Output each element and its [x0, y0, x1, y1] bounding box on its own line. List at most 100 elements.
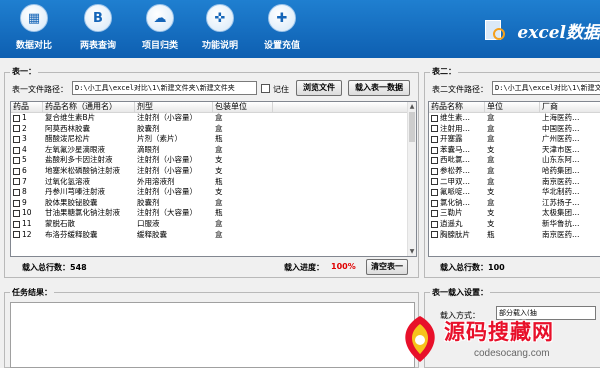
row-select-cell[interactable]: 注射用…	[429, 124, 485, 135]
table2-row[interactable]: 三勒片 支 太极集团…	[429, 208, 600, 219]
table1-row[interactable]: 3 醋酸泼尼松片 片剂（素片） 瓶	[11, 134, 416, 145]
row-select-cell[interactable]: 西吡氯…	[429, 155, 485, 166]
toolbar-project-classify-button[interactable]: ☁ 项目归类	[128, 4, 192, 51]
row-select-cell[interactable]: 参松养…	[429, 166, 485, 177]
row-select-cell[interactable]: 5	[11, 155, 43, 166]
column-header[interactable]: 包装单位	[213, 102, 273, 112]
row-select-cell[interactable]: 开塞露	[429, 134, 485, 145]
row-checkbox[interactable]	[13, 188, 20, 196]
row-checkbox[interactable]	[431, 146, 438, 154]
row-checkbox[interactable]	[431, 210, 438, 218]
table2-row[interactable]: 参松养… 盒 哈药集团…	[429, 166, 600, 177]
row-checkbox[interactable]	[431, 157, 438, 165]
table1-path-input[interactable]: D:\小工具\excel对比\1\新建文件夹\新建文件夹	[72, 81, 257, 95]
table2-row[interactable]: 二甲双… 盒 南京医药…	[429, 177, 600, 188]
row-select-cell[interactable]: 逍遥丸	[429, 219, 485, 230]
table2-grid[interactable]: 药品名称 单位 厂商 维生素… 盒上海医药… 注射用… 盒中国医药… 开塞露盒广州医药……	[428, 101, 600, 257]
results-textarea[interactable]	[10, 302, 415, 368]
row-select-cell[interactable]: 9	[11, 198, 43, 209]
cell-name: 丹参川芎嗪注射液	[45, 187, 105, 197]
table1-row[interactable]: 1 复合维生素B片 注射剂（小容量） 盒	[11, 113, 416, 124]
row-checkbox[interactable]	[13, 135, 20, 143]
table2-row[interactable]: 苯囊马… 支 天津市医…	[429, 145, 600, 156]
row-checkbox[interactable]	[431, 188, 438, 196]
table2-row[interactable]: 西吡氯… 盒 山东东阿…	[429, 155, 600, 166]
row-checkbox[interactable]	[13, 125, 20, 133]
row-select-cell[interactable]: 7	[11, 177, 43, 188]
row-select-cell[interactable]: 二甲双…	[429, 177, 485, 188]
cell-form: 注射剂（小容量）	[137, 187, 197, 197]
row-checkbox[interactable]	[13, 231, 20, 239]
toolbar-data-compare-button[interactable]: ▦ 数据对比	[2, 4, 66, 51]
load-table1-button[interactable]: 载入表一数据	[348, 80, 410, 96]
row-checkbox[interactable]	[13, 114, 20, 122]
table1-row[interactable]: 7 过氧化氢溶液 外用溶液剂 瓶	[11, 177, 416, 188]
table1-row[interactable]: 11 蒙脱石散 口服液 盒	[11, 219, 416, 230]
row-select-cell[interactable]: 10	[11, 208, 43, 219]
column-header[interactable]: 药品	[11, 102, 43, 112]
clear-table1-button[interactable]: 清空表一	[366, 259, 408, 275]
table2-row[interactable]: 注射用… 盒 中国医药…	[429, 124, 600, 135]
table2-row[interactable]: 氯化钠… 盒 江苏扬子…	[429, 198, 600, 209]
row-checkbox[interactable]	[13, 146, 20, 154]
remember-checkbox[interactable]	[261, 84, 270, 93]
scroll-down-icon[interactable]: ▼	[408, 247, 416, 256]
row-checkbox[interactable]	[13, 220, 20, 228]
table1-row[interactable]: 6 地塞米松磷酸钠注射液 注射剂（小容量） 支	[11, 166, 416, 177]
row-select-cell[interactable]: 12	[11, 230, 43, 241]
row-checkbox[interactable]	[431, 114, 438, 122]
row-checkbox[interactable]	[431, 167, 438, 175]
row-checkbox[interactable]	[431, 125, 438, 133]
column-header[interactable]: 药品名称	[429, 102, 485, 112]
row-checkbox[interactable]	[13, 210, 20, 218]
row-select-cell[interactable]: 苯囊马…	[429, 145, 485, 156]
browse-file-button[interactable]: 浏览文件	[296, 80, 342, 96]
row-select-cell[interactable]: 6	[11, 166, 43, 177]
table2-path-input[interactable]: D:\小工具\excel对比\1\新建文件夹	[492, 81, 600, 95]
row-select-cell[interactable]: 8	[11, 187, 43, 198]
table1-grid[interactable]: 药品 药品名称（通用名） 剂型 包装单位 1 复合维生素B片 注射剂（小容量）盒 2 阿…	[10, 101, 417, 257]
scroll-thumb[interactable]	[409, 112, 415, 142]
table1-row[interactable]: 10 甘油果糖氯化钠注射液 注射剂（大容量） 瓶	[11, 208, 416, 219]
row-checkbox[interactable]	[13, 167, 20, 175]
toolbar-settings-recharge-button[interactable]: ✚ 设置充值	[250, 4, 314, 51]
table2-row[interactable]: 氟哌啶… 支 华北制药…	[429, 187, 600, 198]
column-header[interactable]: 厂商	[540, 102, 600, 112]
table1-row[interactable]: 4 左氧氟沙星滴眼液 滴眼剂 盒	[11, 145, 416, 156]
column-header[interactable]: 单位	[485, 102, 540, 112]
column-header[interactable]: 剂型	[135, 102, 213, 112]
table2-row[interactable]: 胸腺肽片 瓶 南京医药…	[429, 230, 600, 241]
table2-row[interactable]: 逍遥丸 支 新华鲁抗…	[429, 219, 600, 230]
row-checkbox[interactable]	[431, 231, 438, 239]
row-select-cell[interactable]: 维生素…	[429, 113, 485, 124]
table1-row[interactable]: 8 丹参川芎嗪注射液 注射剂（小容量） 支	[11, 187, 416, 198]
column-header[interactable]: 药品名称（通用名）	[43, 102, 135, 112]
table2-row[interactable]: 开塞露 盒 广州医药…	[429, 134, 600, 145]
row-select-cell[interactable]: 1	[11, 113, 43, 124]
row-checkbox[interactable]	[13, 178, 20, 186]
table1-row[interactable]: 9 胶体果胶铋胶囊 胶囊剂 盒	[11, 198, 416, 209]
row-checkbox[interactable]	[13, 199, 20, 207]
row-checkbox[interactable]	[431, 178, 438, 186]
row-select-cell[interactable]: 4	[11, 145, 43, 156]
toolbar-two-table-query-button[interactable]: B 两表查询	[66, 4, 130, 51]
row-checkbox[interactable]	[431, 135, 438, 143]
cell-maker: 南京医药…	[542, 176, 580, 186]
row-select-cell[interactable]: 11	[11, 219, 43, 230]
table1-scrollbar[interactable]: ▲ ▼	[407, 102, 416, 256]
row-checkbox[interactable]	[431, 220, 438, 228]
toolbar-help-button[interactable]: ✜ 功能说明	[188, 4, 252, 51]
row-select-cell[interactable]: 氟哌啶…	[429, 187, 485, 198]
row-select-cell[interactable]: 三勒片	[429, 208, 485, 219]
table1-row[interactable]: 5 盐酸利多卡因注射液 注射剂（小容量） 支	[11, 155, 416, 166]
row-checkbox[interactable]	[13, 157, 20, 165]
row-select-cell[interactable]: 2	[11, 124, 43, 135]
row-select-cell[interactable]: 3	[11, 134, 43, 145]
table2-row[interactable]: 维生素… 盒 上海医药…	[429, 113, 600, 124]
row-checkbox[interactable]	[431, 199, 438, 207]
row-select-cell[interactable]: 胸腺肽片	[429, 230, 485, 241]
scroll-up-icon[interactable]: ▲	[408, 102, 416, 111]
row-select-cell[interactable]: 氯化钠…	[429, 198, 485, 209]
table1-row[interactable]: 2 阿莫西林胶囊 胶囊剂 盒	[11, 124, 416, 135]
table1-row[interactable]: 12 布洛芬缓释胶囊 缓释胶囊 盒	[11, 230, 416, 241]
